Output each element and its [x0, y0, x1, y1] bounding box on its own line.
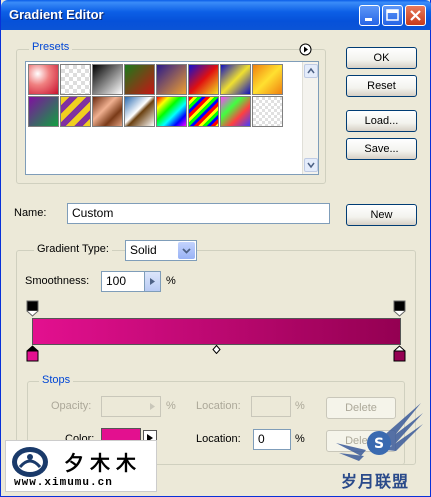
opacity-label: Opacity:	[51, 400, 92, 412]
window-title: Gradient Editor	[9, 7, 104, 22]
scroll-up-button[interactable]	[304, 64, 318, 78]
minimize-icon	[365, 18, 372, 21]
chevron-up-icon	[307, 67, 315, 74]
play-arrow-icon	[150, 403, 155, 410]
svg-text:S: S	[374, 436, 384, 452]
swatch-copper[interactable]	[92, 96, 123, 127]
opacity-location-label: Location:	[196, 400, 241, 412]
chevron-down-icon	[307, 162, 315, 169]
minimize-button[interactable]	[359, 5, 380, 26]
opacity-location-unit: %	[295, 400, 305, 412]
color-location-label: Location:	[196, 433, 241, 445]
ok-button[interactable]: OK	[346, 47, 417, 69]
color-stop-right[interactable]	[393, 345, 406, 362]
opacity-location-input[interactable]	[251, 396, 291, 417]
smoothness-input[interactable]: 100	[101, 271, 161, 292]
maximize-button[interactable]	[382, 5, 403, 26]
opacity-stop-right[interactable]	[393, 300, 406, 317]
presets-label: Presets	[29, 41, 73, 53]
maximize-icon	[386, 9, 399, 21]
load-button[interactable]: Load...	[346, 110, 417, 132]
swatch-violet-green[interactable]	[28, 96, 59, 127]
swatch-spectrum[interactable]	[156, 96, 187, 127]
watermark-logo-text: 夕木木	[64, 451, 142, 475]
gradient-type-dropdown-button[interactable]	[178, 242, 195, 259]
save-button[interactable]: Save...	[346, 138, 417, 160]
gradient-editor-window: Gradient Editor Presets OK Reset Load...…	[0, 0, 431, 497]
opacity-stop-left[interactable]	[26, 300, 39, 317]
smoothness-slider-button[interactable]	[144, 272, 160, 291]
color-location-unit: %	[295, 433, 305, 445]
swatch-blue-red-yellow[interactable]	[188, 64, 219, 95]
play-arrow-icon	[150, 278, 155, 285]
reset-button[interactable]: Reset	[346, 75, 417, 97]
stops-label: Stops	[39, 374, 74, 386]
ximumu-logo-icon	[12, 447, 48, 477]
swatch-orange-yellow[interactable]	[252, 64, 283, 95]
opacity-unit: %	[166, 400, 176, 412]
name-label: Name:	[14, 207, 47, 219]
gradient-type-label: Gradient Type:	[34, 243, 112, 255]
swatch-transparent-white[interactable]	[60, 64, 91, 95]
new-button[interactable]: New	[346, 204, 417, 226]
watermark-overlay: 夕木木 www.ximumu.cn	[5, 440, 157, 492]
swatch-blue-yellow-blue[interactable]	[220, 64, 251, 95]
presets-grid	[25, 61, 319, 175]
chevron-down-icon	[182, 248, 191, 254]
smoothness-unit: %	[166, 275, 176, 287]
title-bar[interactable]: Gradient Editor	[1, 0, 431, 30]
swatch-transparent-stripes[interactable]	[252, 96, 283, 127]
midpoint-diamond[interactable]	[212, 345, 221, 354]
presets-menu-arrow-icon[interactable]	[299, 43, 312, 56]
name-input[interactable]: Custom	[67, 203, 330, 224]
close-button[interactable]	[405, 5, 426, 26]
presets-scrollbar[interactable]	[302, 62, 318, 174]
watermark-url: www.ximumu.cn	[14, 477, 113, 489]
swatch-red-green[interactable]	[124, 64, 155, 95]
close-icon	[410, 10, 421, 21]
swatch-chrome[interactable]	[124, 96, 155, 127]
gradient-preview-bar[interactable]	[32, 318, 401, 345]
color-stop-left[interactable]	[26, 345, 39, 362]
swatch-red-white[interactable]	[28, 64, 59, 95]
smoothness-value: 100	[106, 274, 127, 288]
scroll-down-button[interactable]	[304, 158, 318, 172]
color-location-input[interactable]: 0	[253, 429, 291, 450]
watermark-badge-text: 岁月联盟	[341, 472, 410, 491]
swatch-rainbow-stripes[interactable]	[188, 96, 219, 127]
swatch-yellow-violet[interactable]	[60, 96, 91, 127]
smoothness-label: Smoothness:	[25, 275, 90, 287]
opacity-input[interactable]	[101, 396, 161, 417]
gradient-type-value: Solid	[130, 243, 157, 257]
swatch-black-white[interactable]	[92, 64, 123, 95]
gradient-type-select[interactable]: Solid	[125, 240, 197, 261]
swatch-transparent-rainbow[interactable]	[220, 96, 251, 127]
swatch-violet-orange[interactable]	[156, 64, 187, 95]
